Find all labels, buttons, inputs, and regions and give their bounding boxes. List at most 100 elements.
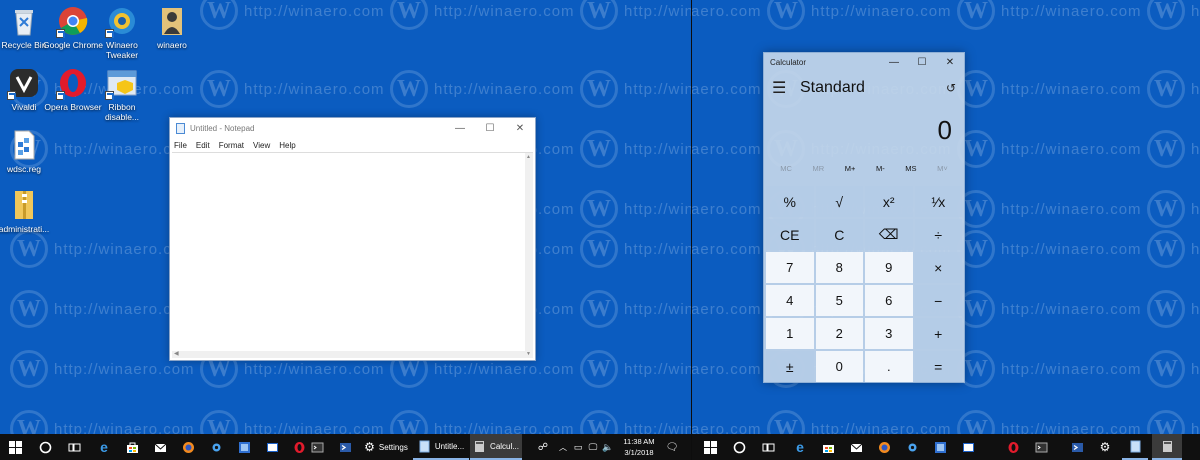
taskbar-cmd[interactable] <box>304 434 330 460</box>
left-monitor-desktop: Whttp://winaero.com Whttp://winaero.com Wh… <box>0 0 691 460</box>
taskbar-pin-app-3[interactable] <box>258 434 286 460</box>
calc-key-21[interactable]: ± <box>766 351 814 382</box>
watermark-logo: W <box>10 350 48 388</box>
hamburger-menu-icon[interactable]: ☰ <box>772 78 800 98</box>
taskbar-settings[interactable]: ⚙ Settings <box>359 434 413 460</box>
desktop-icon-wdsc-reg[interactable]: wdsc.reg <box>0 128 54 174</box>
taskbar-mail-secondary[interactable] <box>842 434 870 460</box>
start-button-secondary[interactable] <box>696 434 724 460</box>
calc-key-5[interactable]: CE <box>766 219 814 250</box>
maximize-button[interactable]: ☐ <box>475 118 505 138</box>
calc-key-17[interactable]: 1 <box>766 318 814 349</box>
scroll-down-icon[interactable]: ▼ <box>526 351 531 357</box>
notepad-window[interactable]: Untitled - Notepad — ☐ ✕ File Edit Forma… <box>169 117 536 361</box>
close-button[interactable]: ✕ <box>936 53 964 71</box>
vertical-scrollbar[interactable]: ▲ ▼ <box>525 153 533 358</box>
taskbar-powershell-secondary[interactable] <box>1064 434 1090 460</box>
cortana-button-secondary[interactable] <box>726 434 752 460</box>
calc-key-4[interactable]: ¹⁄x <box>914 186 962 217</box>
calc-key-8[interactable]: ÷ <box>914 219 962 250</box>
tray-battery[interactable]: ▭ <box>571 434 585 460</box>
cortana-button[interactable] <box>32 434 58 460</box>
calculator-title-bar[interactable]: Calculator — ☐ ✕ <box>764 53 964 71</box>
calc-key-18[interactable]: 2 <box>815 318 863 349</box>
taskbar-edge[interactable]: e <box>90 434 118 460</box>
taskbar-clock[interactable]: 11:38 AM 3/1/2018 <box>617 436 661 458</box>
desktop-icon-winaero[interactable]: winaero <box>142 4 202 50</box>
start-button[interactable] <box>0 434 30 460</box>
taskbar-powershell[interactable] <box>332 434 358 460</box>
calc-key-24[interactable]: = <box>914 351 962 382</box>
taskbar-settings-secondary[interactable]: ⚙ <box>1092 434 1118 460</box>
calc-key-1[interactable]: % <box>766 186 814 217</box>
scroll-left-icon[interactable]: ◀ <box>174 350 179 357</box>
menu-help[interactable]: Help <box>279 141 295 150</box>
calc-key-7[interactable]: ⌫ <box>865 219 913 250</box>
memory-button-ms[interactable]: MS <box>905 164 916 173</box>
taskbar-store[interactable] <box>118 434 146 460</box>
action-center-button[interactable]: 🗨 <box>662 434 682 460</box>
taskbar-edge-secondary[interactable]: e <box>786 434 814 460</box>
taskbar-firefox[interactable] <box>174 434 202 460</box>
notepad-title-bar[interactable]: Untitled - Notepad — ☐ ✕ <box>170 118 535 138</box>
taskbar-notepad[interactable]: Untitle... <box>413 434 469 460</box>
taskbar-cmd-secondary[interactable] <box>1028 434 1054 460</box>
history-icon[interactable]: ↺ <box>946 81 956 95</box>
calc-key-22[interactable]: 0 <box>815 351 863 382</box>
maximize-button[interactable]: ☐ <box>908 53 936 71</box>
calc-key-6[interactable]: C <box>815 219 863 250</box>
calc-key-23[interactable]: . <box>865 351 913 382</box>
desktop-icon-ribbon-disable[interactable]: Ribbon disable... <box>92 66 152 122</box>
memory-button-m-[interactable]: M˅ <box>937 164 948 173</box>
memory-button-m-[interactable]: M+ <box>845 164 856 173</box>
calc-key-3[interactable]: x² <box>865 186 913 217</box>
taskbar-pin-app-3-secondary[interactable] <box>954 434 982 460</box>
calc-key-20[interactable]: + <box>914 318 962 349</box>
notepad-text-area[interactable]: ▲ ▼ ◀ <box>172 152 533 358</box>
taskbar-notepad-secondary[interactable] <box>1122 434 1148 460</box>
calc-key-19[interactable]: 3 <box>865 318 913 349</box>
taskbar-pin-app-2[interactable] <box>230 434 258 460</box>
memory-button-mc[interactable]: MC <box>780 164 792 173</box>
memory-button-m-[interactable]: M- <box>876 164 885 173</box>
taskbar-firefox-secondary[interactable] <box>870 434 898 460</box>
desktop-icon-administrati[interactable]: administrati... <box>0 188 54 234</box>
calculator-window[interactable]: Calculator — ☐ ✕ ☰ Standard ↺ 0 MC MR M+ M-… <box>763 52 965 383</box>
menu-file[interactable]: File <box>174 141 187 150</box>
taskbar-opera-secondary[interactable] <box>1000 434 1026 460</box>
calc-key-11[interactable]: 9 <box>865 252 913 283</box>
watermark-logo: W <box>1147 230 1185 268</box>
calc-key-2[interactable]: √ <box>815 186 863 217</box>
horizontal-scrollbar[interactable]: ◀ <box>172 351 525 358</box>
taskbar-pin-app-2-secondary[interactable] <box>926 434 954 460</box>
tray-network[interactable]: 🖵 <box>586 434 600 460</box>
task-view-button[interactable] <box>60 434 88 460</box>
close-button[interactable]: ✕ <box>505 118 535 138</box>
tray-people[interactable]: ☍ <box>534 434 552 460</box>
calc-key-12[interactable]: × <box>914 252 962 283</box>
menu-edit[interactable]: Edit <box>196 141 210 150</box>
menu-view[interactable]: View <box>253 141 270 150</box>
taskbar-mail[interactable] <box>146 434 174 460</box>
calc-key-14[interactable]: 5 <box>815 285 863 316</box>
taskbar-store-secondary[interactable] <box>814 434 842 460</box>
menu-format[interactable]: Format <box>219 141 244 150</box>
tray-chevron[interactable]: ︿ <box>556 434 570 460</box>
tray-volume[interactable]: 🔈 <box>601 434 615 460</box>
calc-key-13[interactable]: 4 <box>766 285 814 316</box>
taskbar-pin-app[interactable] <box>202 434 230 460</box>
calc-key-9[interactable]: 7 <box>766 252 814 283</box>
taskbar-pin-app-secondary[interactable] <box>898 434 926 460</box>
calc-key-10[interactable]: 8 <box>815 252 863 283</box>
task-view-button-secondary[interactable] <box>754 434 782 460</box>
calc-key-16[interactable]: − <box>914 285 962 316</box>
blue-window-icon <box>238 441 250 453</box>
minimize-button[interactable]: — <box>880 53 908 71</box>
calc-key-15[interactable]: 6 <box>865 285 913 316</box>
taskbar-calculator[interactable]: Calcul... <box>470 434 522 460</box>
watermark: Whttp://winaero.com <box>957 350 1142 388</box>
minimize-button[interactable]: — <box>445 118 475 138</box>
memory-button-mr[interactable]: MR <box>813 164 825 173</box>
scroll-up-icon[interactable]: ▲ <box>526 154 531 160</box>
taskbar-calculator-secondary[interactable] <box>1152 434 1182 460</box>
